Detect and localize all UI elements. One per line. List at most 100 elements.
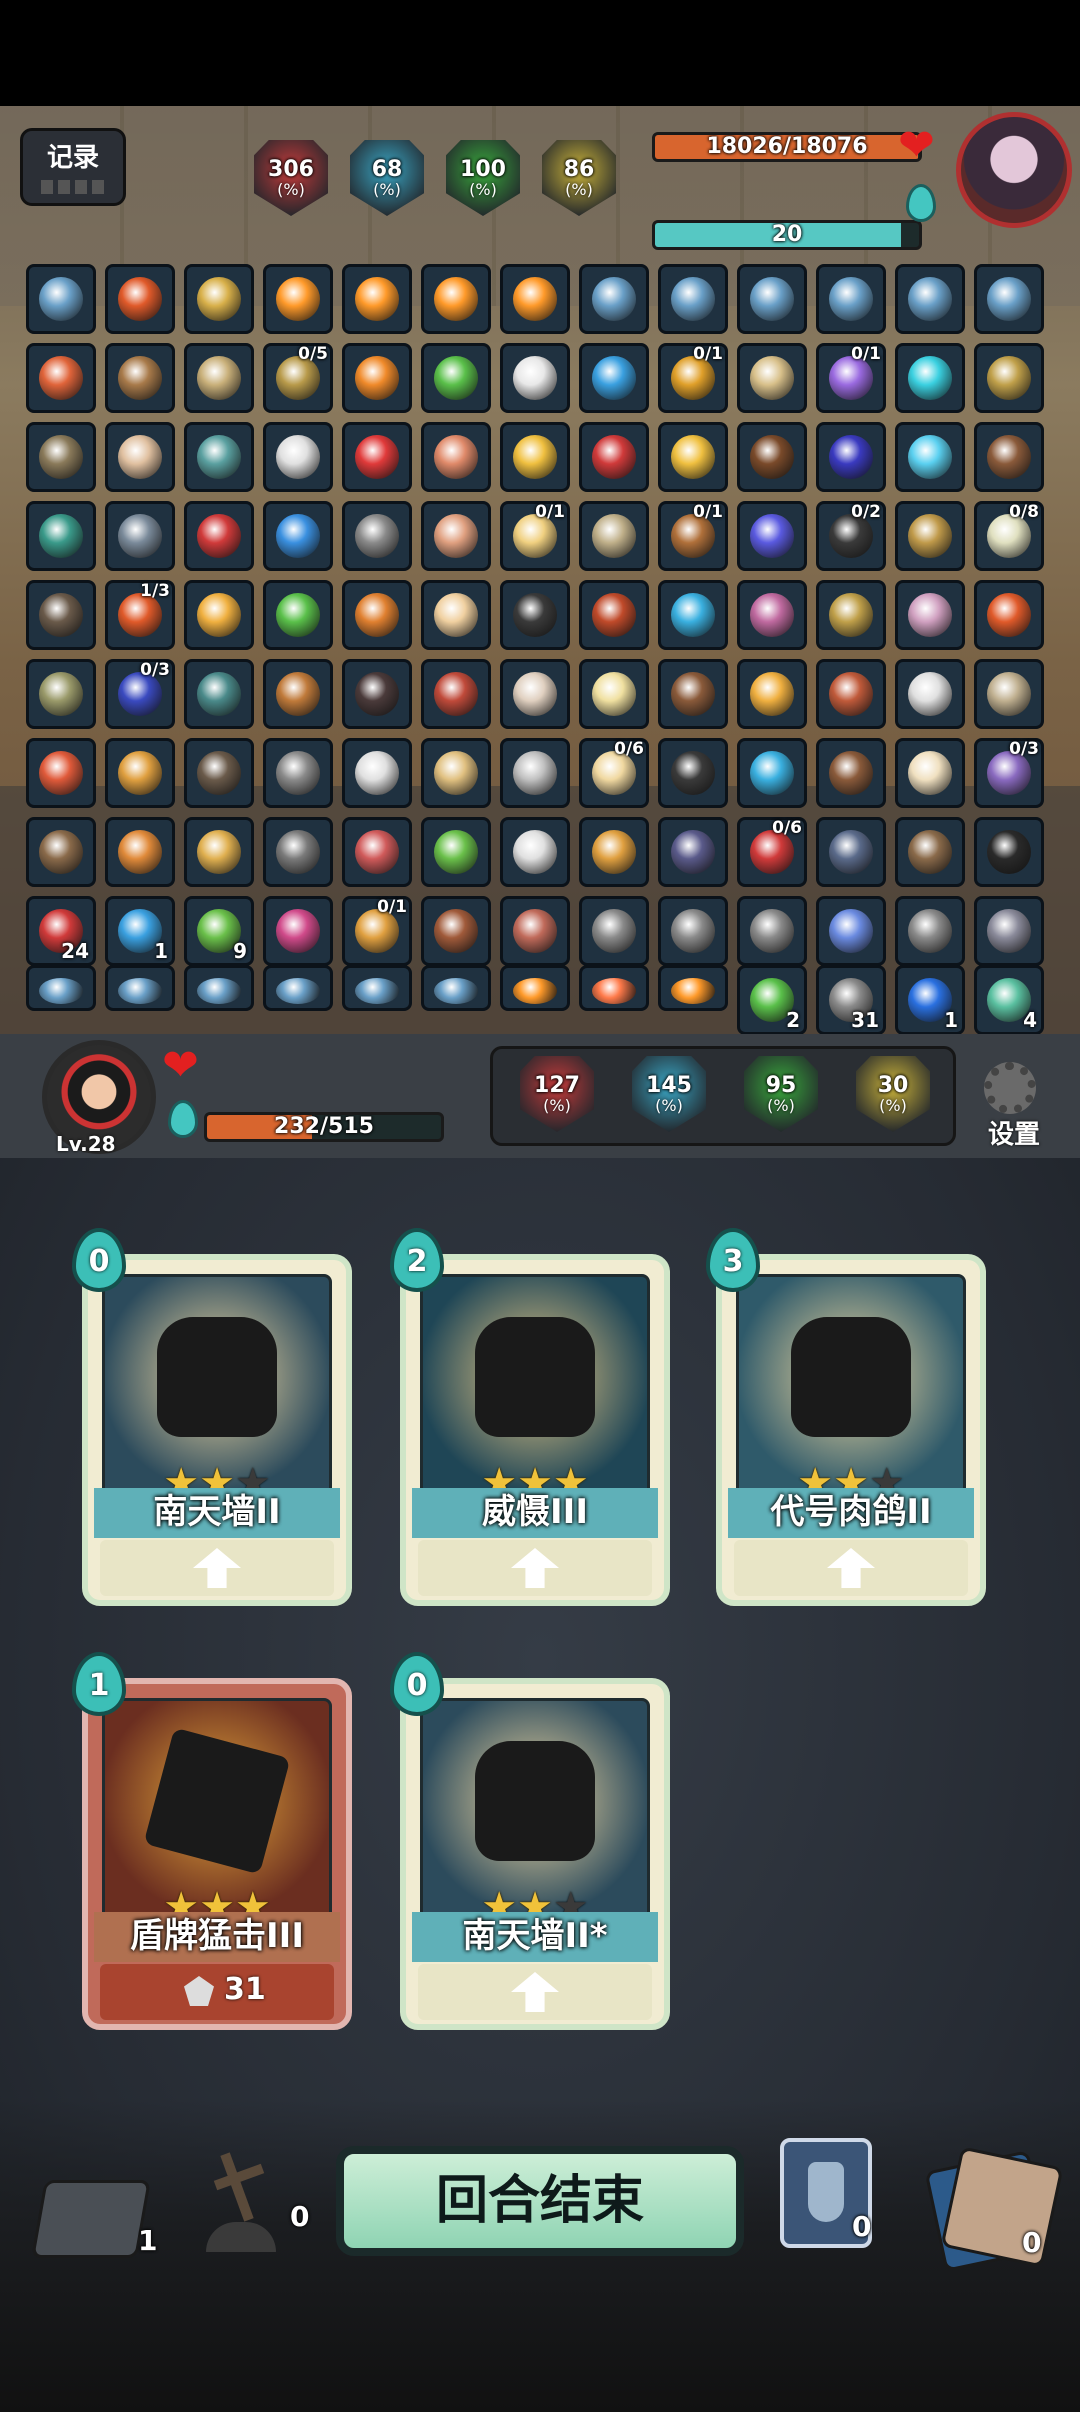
item-slot[interactable] (421, 580, 491, 650)
item-slot[interactable] (26, 965, 96, 1011)
player-stat-0[interactable]: 127 (%) (516, 1056, 598, 1144)
enemy-stat-0[interactable]: 306 (%) (250, 140, 332, 228)
item-slot[interactable] (421, 896, 491, 966)
item-slot[interactable] (26, 343, 96, 413)
item-slot[interactable] (500, 580, 570, 650)
item-slot[interactable] (26, 264, 96, 334)
item-slot[interactable] (974, 817, 1044, 887)
item-slot[interactable] (105, 422, 175, 492)
item-slot[interactable] (658, 896, 728, 966)
item-slot[interactable] (342, 659, 412, 729)
item-slot[interactable]: 0/1 (658, 343, 728, 413)
item-slot[interactable] (342, 580, 412, 650)
card[interactable]: ★★★ 南天墙II 0 (72, 1228, 352, 1606)
item-slot[interactable] (105, 264, 175, 334)
item-slot[interactable]: 0/5 (263, 343, 333, 413)
item-slot[interactable] (658, 659, 728, 729)
item-slot[interactable]: 31 (816, 965, 886, 1035)
item-slot[interactable] (816, 422, 886, 492)
item-slot[interactable] (26, 817, 96, 887)
item-slot[interactable]: 0/6 (579, 738, 649, 808)
item-slot[interactable] (500, 965, 570, 1011)
item-slot[interactable] (26, 501, 96, 571)
item-slot[interactable] (342, 343, 412, 413)
item-slot[interactable]: 1 (105, 896, 175, 966)
item-slot[interactable] (816, 817, 886, 887)
gear-icon[interactable] (984, 1062, 1036, 1114)
item-slot[interactable] (421, 343, 491, 413)
item-slot[interactable] (263, 422, 333, 492)
item-slot[interactable] (737, 343, 807, 413)
item-slot[interactable] (184, 422, 254, 492)
item-slot[interactable] (579, 659, 649, 729)
item-slot[interactable] (26, 659, 96, 729)
item-slot[interactable] (658, 817, 728, 887)
item-slot[interactable] (500, 422, 570, 492)
item-slot[interactable] (816, 264, 886, 334)
item-slot[interactable] (342, 264, 412, 334)
item-slot[interactable] (895, 422, 965, 492)
item-slot[interactable] (421, 264, 491, 334)
item-slot[interactable] (816, 738, 886, 808)
record-button[interactable]: 记录 (20, 128, 126, 206)
item-slot[interactable] (895, 264, 965, 334)
item-slot[interactable] (342, 738, 412, 808)
item-slot[interactable] (895, 580, 965, 650)
item-slot[interactable] (737, 422, 807, 492)
item-slot[interactable] (579, 580, 649, 650)
item-slot[interactable] (895, 343, 965, 413)
item-slot[interactable]: 0/2 (816, 501, 886, 571)
item-slot[interactable] (263, 896, 333, 966)
item-slot[interactable] (105, 817, 175, 887)
item-slot[interactable]: 0/8 (974, 501, 1044, 571)
card[interactable]: ★★★ 盾牌猛击III 31 1 (72, 1652, 352, 2030)
item-slot[interactable] (816, 659, 886, 729)
item-slot[interactable] (974, 343, 1044, 413)
item-slot[interactable] (500, 264, 570, 334)
item-slot[interactable] (342, 965, 412, 1011)
item-slot[interactable] (421, 422, 491, 492)
item-slot[interactable] (105, 965, 175, 1011)
item-slot[interactable]: 0/1 (816, 343, 886, 413)
item-slot[interactable] (895, 896, 965, 966)
item-slot[interactable] (974, 580, 1044, 650)
item-slot[interactable] (500, 817, 570, 887)
item-slot[interactable] (658, 422, 728, 492)
item-slot[interactable] (974, 896, 1044, 966)
item-slot[interactable] (895, 817, 965, 887)
player-stat-3[interactable]: 30 (%) (852, 1056, 934, 1144)
player-stat-2[interactable]: 95 (%) (740, 1056, 822, 1144)
item-slot[interactable] (579, 896, 649, 966)
item-slot[interactable] (421, 659, 491, 729)
item-slot[interactable] (658, 738, 728, 808)
item-slot[interactable] (105, 343, 175, 413)
item-slot[interactable] (184, 965, 254, 1011)
item-slot[interactable] (184, 501, 254, 571)
item-slot[interactable] (105, 501, 175, 571)
item-slot[interactable] (263, 264, 333, 334)
item-slot[interactable] (974, 422, 1044, 492)
item-slot[interactable]: 1/3 (105, 580, 175, 650)
card[interactable]: ★★★ 威慑III 2 (390, 1228, 670, 1606)
item-slot[interactable] (579, 422, 649, 492)
item-slot[interactable] (184, 817, 254, 887)
item-slot[interactable] (342, 817, 412, 887)
item-slot[interactable] (579, 817, 649, 887)
item-slot[interactable] (500, 738, 570, 808)
item-slot[interactable] (737, 580, 807, 650)
item-slot[interactable] (816, 580, 886, 650)
enemy-stat-3[interactable]: 86 (%) (538, 140, 620, 228)
item-slot[interactable] (737, 896, 807, 966)
item-slot[interactable] (500, 343, 570, 413)
item-slot[interactable] (421, 501, 491, 571)
item-slot[interactable]: 24 (26, 896, 96, 966)
item-slot[interactable] (184, 659, 254, 729)
exhaust-pile-icon[interactable] (940, 2146, 1064, 2268)
item-slot[interactable] (579, 343, 649, 413)
item-slot[interactable] (658, 264, 728, 334)
item-slot[interactable] (184, 580, 254, 650)
enemy-stat-2[interactable]: 100 (%) (442, 140, 524, 228)
item-slot[interactable]: 0/6 (737, 817, 807, 887)
item-slot[interactable] (895, 659, 965, 729)
item-slot[interactable] (105, 738, 175, 808)
